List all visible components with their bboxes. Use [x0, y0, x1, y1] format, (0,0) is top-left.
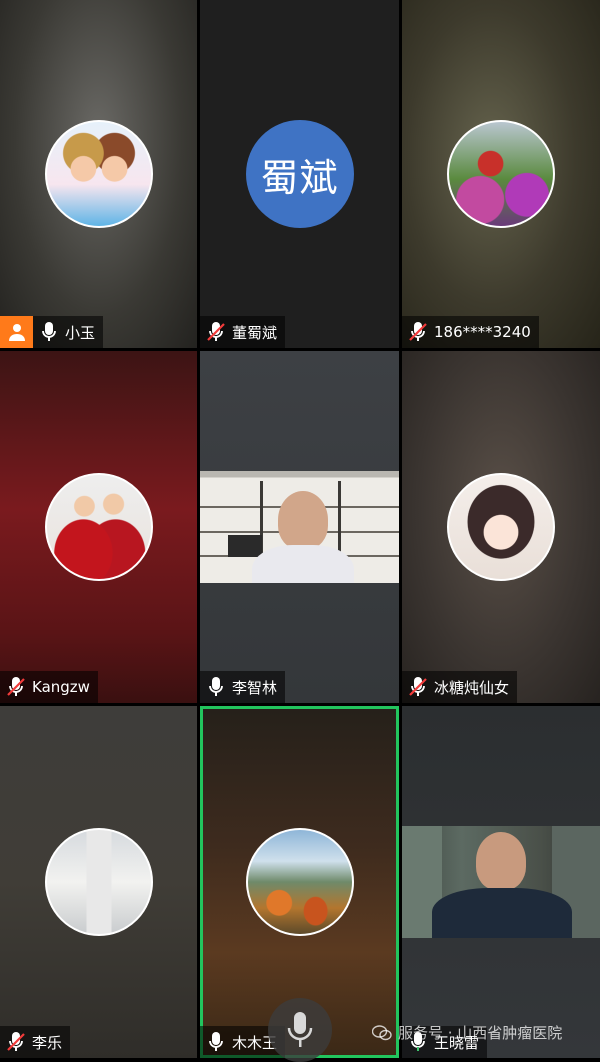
- participant-name: 李智林: [232, 678, 278, 697]
- participant-tile-1[interactable]: 蜀斌 董蜀斌: [200, 0, 399, 348]
- participant-name: Kangzw: [32, 678, 90, 696]
- video-feed: [200, 471, 399, 583]
- participant-name: 董蜀斌: [232, 323, 278, 342]
- person-icon: [8, 324, 25, 341]
- participant-label: 董蜀斌: [200, 316, 286, 348]
- participant-name: 186****3240: [434, 323, 531, 341]
- mic-icon: [206, 1032, 226, 1052]
- mic-muted-icon: [6, 677, 26, 697]
- participant-tile-2[interactable]: 186****3240: [402, 0, 600, 348]
- participant-label: Kangzw: [0, 671, 98, 703]
- mic-muted-icon: [206, 322, 226, 342]
- mic-icon: [287, 1012, 313, 1047]
- watermark: 服务号 · 山西省肿瘤医院: [372, 1022, 562, 1043]
- participant-name: 李乐: [32, 1033, 63, 1052]
- mic-icon: [39, 322, 59, 342]
- avatar: [447, 473, 555, 581]
- avatar: [44, 828, 153, 936]
- participant-tile-8[interactable]: 王晓雷: [402, 706, 600, 1058]
- participant-label: 李智林: [200, 671, 286, 703]
- participant-name: 冰糖炖仙女: [434, 678, 510, 697]
- video-grid: 小玉 蜀斌 董蜀斌 186****3240 Kangzw 李智林 冰糖炖仙女 李…: [0, 0, 600, 1058]
- participant-label: 李乐: [0, 1026, 71, 1058]
- mic-muted-icon: [6, 1032, 26, 1052]
- watermark-text: 服务号 · 山西省肿瘤医院: [398, 1024, 563, 1042]
- avatar: [245, 828, 354, 936]
- participant-label: 冰糖炖仙女: [402, 671, 518, 703]
- wechat-icon: [372, 1024, 392, 1040]
- mic-icon: [206, 677, 226, 697]
- video-feed: [402, 826, 600, 938]
- participant-tile-4[interactable]: 李智林: [200, 351, 399, 703]
- participant-label: 小玉: [33, 316, 104, 348]
- mic-muted-icon: [408, 322, 428, 342]
- host-badge: [0, 316, 33, 348]
- participant-tile-0[interactable]: 小玉: [0, 0, 197, 348]
- mic-toggle-button[interactable]: [268, 998, 332, 1062]
- avatar: [44, 120, 153, 228]
- participant-tile-3[interactable]: Kangzw: [0, 351, 197, 703]
- participant-tile-5[interactable]: 冰糖炖仙女: [402, 351, 600, 703]
- mic-muted-icon: [408, 677, 428, 697]
- avatar-text: 蜀斌: [245, 120, 354, 228]
- participant-label: 186****3240: [402, 316, 539, 348]
- avatar: [447, 120, 555, 228]
- participant-name: 小玉: [65, 323, 96, 342]
- participant-tile-6[interactable]: 李乐: [0, 706, 197, 1058]
- avatar: [44, 473, 153, 581]
